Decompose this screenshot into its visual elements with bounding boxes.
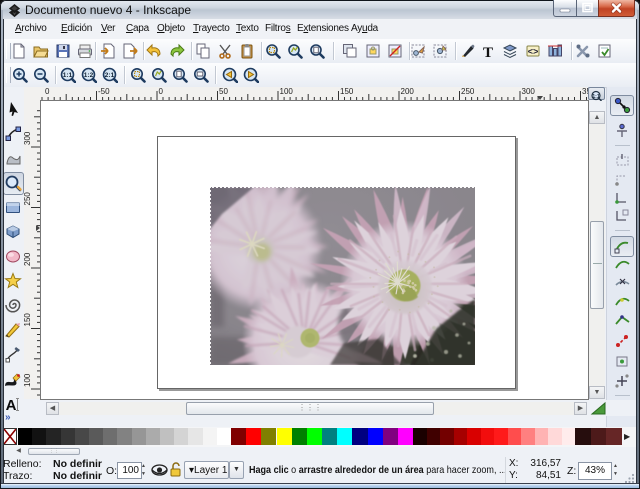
svg-text:2:1: 2:1 xyxy=(105,72,115,79)
svg-text:250: 250 xyxy=(24,192,32,206)
svg-text:250: 250 xyxy=(461,87,475,96)
svg-text:<>: <> xyxy=(528,48,539,58)
svg-text:50: 50 xyxy=(219,87,228,96)
svg-text:150: 150 xyxy=(340,87,354,96)
svg-text:300: 300 xyxy=(522,87,536,96)
svg-text:200: 200 xyxy=(24,252,32,266)
svg-text:0: 0 xyxy=(159,87,164,96)
svg-text:100: 100 xyxy=(24,373,32,387)
svg-text:1:1: 1:1 xyxy=(63,72,73,79)
svg-text:200: 200 xyxy=(401,87,415,96)
svg-text:300: 300 xyxy=(24,131,32,145)
svg-text:-50: -50 xyxy=(98,87,110,96)
svg-text:1:2: 1:2 xyxy=(84,72,94,79)
svg-text:0: 0 xyxy=(45,87,50,96)
svg-text:T: T xyxy=(483,45,493,59)
svg-text:150: 150 xyxy=(24,313,32,327)
svg-text:100: 100 xyxy=(280,87,294,96)
